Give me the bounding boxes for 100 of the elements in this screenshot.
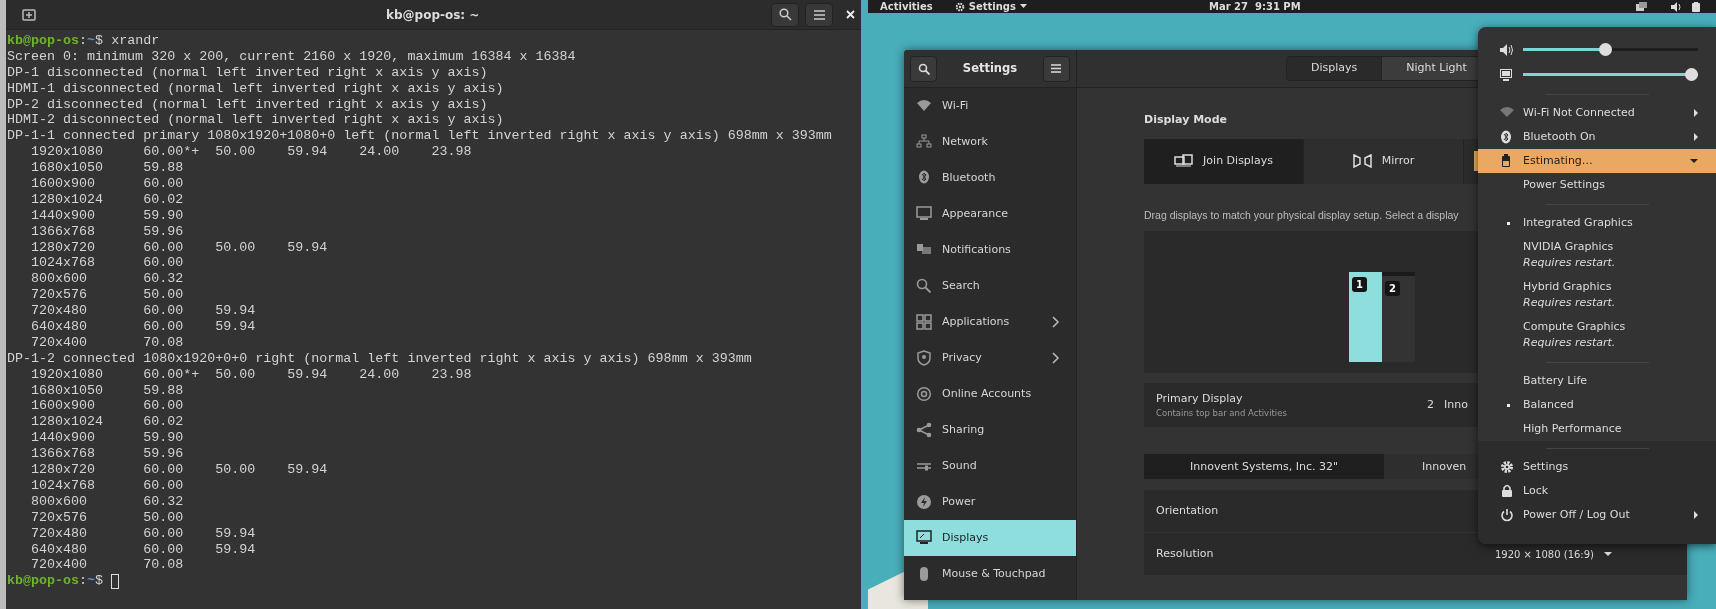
display-number: 2 bbox=[1385, 281, 1400, 297]
gear-icon bbox=[954, 1, 965, 12]
slider[interactable] bbox=[1523, 43, 1698, 56]
prompt-path: ~ bbox=[87, 573, 96, 590]
settings-title: Settings bbox=[962, 59, 1018, 77]
sidebar-item[interactable]: Wi-Fi bbox=[904, 88, 1076, 124]
menu-item[interactable]: NVIDIA Graphics Requires restart. bbox=[1478, 235, 1716, 275]
sidebar-item[interactable]: Privacy bbox=[904, 340, 1076, 376]
menu-item[interactable]: Battery Life bbox=[1478, 369, 1716, 393]
output-line: 720x400 70.08 bbox=[30, 557, 184, 574]
output-line: DP-1 disconnected (normal left inverted right x axis y axis) bbox=[7, 64, 488, 81]
sidebar-item[interactable]: Search bbox=[904, 268, 1076, 304]
network-icon bbox=[916, 134, 932, 150]
output-line: 1366x768 59.96 bbox=[30, 446, 184, 463]
menu-item[interactable]: Hybrid Graphics Requires restart. bbox=[1478, 275, 1716, 315]
display-mode-option[interactable]: Join Displays bbox=[1144, 138, 1304, 184]
arrangement-hint: Drag displays to match your physical display setup. Select a display bbox=[1144, 207, 1459, 223]
output-line: 800x600 60.32 bbox=[30, 271, 184, 288]
primary-display-dropdown[interactable]: 2 Inno bbox=[1427, 397, 1468, 414]
menu-item[interactable]: Power Off / Log Out bbox=[1478, 503, 1716, 527]
menu-icon bbox=[813, 9, 825, 20]
sidebar-item[interactable]: Mouse & Touchpad bbox=[904, 556, 1076, 592]
sidebar-item[interactable]: Sharing bbox=[904, 412, 1076, 448]
output-line: 720x480 60.00 59.94 bbox=[30, 303, 256, 320]
output-line: 1280x1024 60.02 bbox=[30, 191, 184, 208]
grid-icon bbox=[916, 314, 932, 330]
output-line: 1600x900 60.00 bbox=[30, 398, 184, 415]
clock[interactable]: Mar 27 9:31 PM bbox=[1208, 0, 1301, 14]
search-icon bbox=[778, 8, 792, 21]
sidebar-item[interactable]: Power bbox=[904, 484, 1076, 520]
output-line: 800x600 60.32 bbox=[30, 493, 184, 510]
menu-button[interactable] bbox=[1043, 55, 1070, 82]
menu-item[interactable]: Compute Graphics Requires restart. bbox=[1478, 315, 1716, 355]
search-button[interactable] bbox=[910, 55, 937, 82]
search-icon bbox=[916, 278, 932, 294]
share-icon bbox=[916, 422, 932, 438]
output-line: DP-2 disconnected (normal left inverted right x axis y axis) bbox=[7, 96, 488, 113]
output-line: 1920x1080 60.00*+ 50.00 59.94 24.00 23.98 bbox=[30, 366, 472, 383]
battery-icon[interactable] bbox=[1692, 1, 1700, 12]
prompt-symbol: $ bbox=[95, 573, 104, 590]
output-line: 640x480 60.00 59.94 bbox=[30, 319, 256, 335]
speaker-icon[interactable] bbox=[1671, 1, 1682, 12]
menu-item[interactable]: Settings bbox=[1478, 455, 1716, 479]
row-label: Primary Display bbox=[1156, 390, 1244, 407]
display-thumbnail[interactable]: 1 bbox=[1349, 272, 1382, 363]
display-icon bbox=[916, 530, 932, 546]
output-line: 1680x1050 59.88 bbox=[30, 160, 184, 176]
resolution-dropdown[interactable]: 1920 × 1080 (16:9) bbox=[1494, 546, 1612, 562]
output-line: 1280x720 60.00 50.00 59.94 bbox=[30, 239, 328, 256]
output-line: Screen 0: minimum 320 x 200, current 2160 x 1920, maximum 16384 x 16384 bbox=[7, 48, 576, 65]
output-line: 1366x768 59.96 bbox=[30, 223, 184, 240]
output-line: 1600x900 60.00 bbox=[30, 176, 184, 192]
power-icon bbox=[1500, 508, 1514, 522]
menu-item[interactable]: High Performance bbox=[1478, 417, 1716, 441]
search-icon bbox=[917, 62, 930, 75]
sidebar-item[interactable]: Network bbox=[904, 124, 1076, 160]
menu-item[interactable]: Estimating… bbox=[1478, 149, 1716, 173]
display-number: 1 bbox=[1352, 277, 1367, 293]
output-line: DP-1-2 connected 1080x1920+0+0 right (normal left inverted right x axis y axis) 698mm x 393mm bbox=[7, 350, 752, 367]
sidebar-item[interactable]: Bluetooth bbox=[904, 160, 1076, 196]
sidebar-item[interactable]: Sound bbox=[904, 448, 1076, 484]
tab[interactable]: Displays bbox=[1287, 57, 1382, 80]
option-edge bbox=[1474, 151, 1478, 171]
output-line: 720x576 50.00 bbox=[30, 287, 184, 304]
menu-item[interactable]: Balanced bbox=[1478, 393, 1716, 417]
lightning-icon bbox=[916, 494, 932, 510]
output-line: 1024x768 60.00 bbox=[30, 477, 184, 494]
menu-item[interactable]: Power Settings bbox=[1478, 173, 1716, 197]
sidebar-item[interactable]: Appearance bbox=[904, 196, 1076, 232]
row-label: Resolution bbox=[1156, 546, 1214, 562]
app-menu[interactable]: Settings bbox=[954, 0, 1027, 14]
join-displays-icon bbox=[1174, 154, 1194, 168]
display-thumbnail[interactable]: 2 bbox=[1382, 272, 1415, 363]
activities-button[interactable]: Activities bbox=[880, 0, 933, 14]
monitor-tab[interactable]: Innovent Systems, Inc. 32" bbox=[1144, 454, 1384, 480]
menu-icon bbox=[1051, 64, 1062, 73]
row-description: Contains top bar and Activities bbox=[1156, 407, 1287, 420]
menu-button[interactable] bbox=[805, 2, 833, 27]
menu-item[interactable]: Wi-Fi Not Connected bbox=[1478, 101, 1716, 125]
output-line: HDMI-1 disconnected (normal left inverted right x axis y axis) bbox=[7, 80, 504, 97]
menu-item[interactable]: Lock bbox=[1478, 479, 1716, 503]
windows-icon[interactable] bbox=[1636, 2, 1647, 11]
slider[interactable] bbox=[1523, 68, 1698, 81]
wifi-icon bbox=[1500, 106, 1514, 120]
search-button[interactable] bbox=[771, 2, 799, 27]
sidebar-item[interactable]: Displays bbox=[904, 520, 1076, 556]
prompt-colon: : bbox=[79, 573, 88, 590]
lock-icon bbox=[1500, 484, 1514, 498]
sidebar-item[interactable]: Applications bbox=[904, 304, 1076, 340]
text-cursor bbox=[111, 573, 120, 589]
sidebar-item[interactable]: Notifications bbox=[904, 232, 1076, 268]
caret-icon bbox=[1604, 552, 1612, 557]
close-icon bbox=[845, 10, 855, 19]
menu-item[interactable]: Integrated Graphics bbox=[1478, 211, 1716, 235]
menu-item[interactable]: Bluetooth On bbox=[1478, 125, 1716, 149]
mirror-icon bbox=[1352, 154, 1372, 168]
sidebar-item[interactable]: Online Accounts bbox=[904, 376, 1076, 412]
output-line: 640x480 60.00 59.94 bbox=[30, 541, 256, 558]
prompt-colon: : bbox=[79, 33, 88, 49]
bluetooth-icon bbox=[1500, 130, 1514, 144]
